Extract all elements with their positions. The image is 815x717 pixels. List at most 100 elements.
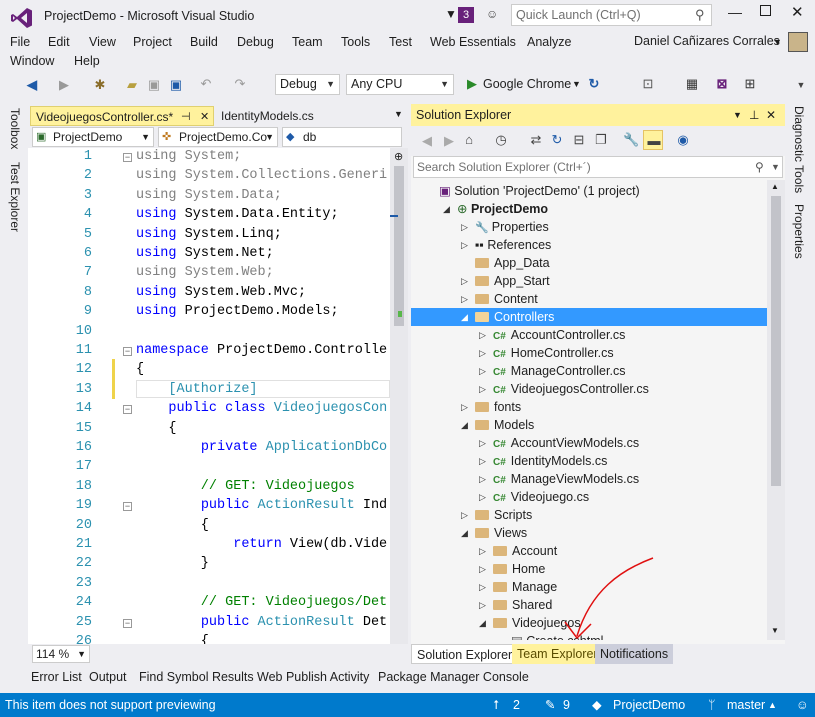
grid-icon[interactable]: ⊞ (742, 76, 758, 92)
tree-item[interactable]: ▷ 🔧 Properties (411, 218, 767, 236)
zoom-select[interactable]: 114 % ▼ (32, 645, 90, 663)
toolbar-overflow-icon[interactable]: ▼ (795, 77, 807, 93)
close-button[interactable]: ✕ (791, 3, 804, 21)
start-debugging-icon[interactable]: ▶ (465, 76, 479, 92)
tree-item[interactable]: ◢ Models (411, 416, 767, 434)
browser-target[interactable]: Google Chrome (483, 77, 571, 91)
sync-icon[interactable]: ⇄ (528, 132, 544, 148)
back-icon[interactable]: ◀ (419, 133, 435, 149)
forward-icon[interactable]: ▶ (441, 133, 457, 149)
changes-count[interactable]: 9 (563, 693, 570, 717)
member-nav-select[interactable]: ◆ db (282, 127, 402, 147)
tree-item[interactable]: ▷ C# VideojuegosController.cs (411, 380, 767, 398)
collapsed-arrow-icon[interactable]: ▷ (461, 272, 468, 290)
menu-help[interactable]: Help (74, 52, 100, 70)
tree-item[interactable]: ◢ Controllers (411, 308, 767, 326)
code-line[interactable]: { (136, 421, 176, 436)
branch-name[interactable]: master (727, 693, 765, 717)
home-icon[interactable]: ⌂ (461, 132, 477, 148)
tree-item[interactable]: ▷ C# Videojuego.cs (411, 488, 767, 506)
menu-window[interactable]: Window (10, 52, 54, 70)
filter-icon[interactable]: ▼ (445, 7, 457, 21)
project-nav-select[interactable]: ▣ ProjectDemo ▼ (32, 127, 154, 147)
vs-feature-icon[interactable]: ⊠ (714, 76, 730, 92)
collapsed-arrow-icon[interactable]: ▷ (479, 560, 486, 578)
code-line[interactable]: using System.Web; (136, 265, 274, 280)
properties-tab[interactable]: Properties (792, 204, 806, 259)
tab-notifications[interactable]: Notifications (595, 644, 674, 664)
collapsed-arrow-icon[interactable]: ▷ (461, 236, 468, 254)
expanded-arrow-icon[interactable]: ◢ (479, 614, 486, 632)
diagnostic-tools-tab[interactable]: Diagnostic Tools (792, 106, 806, 193)
menu-view[interactable]: View (89, 33, 116, 51)
class-nav-select[interactable]: ✜ ProjectDemo.Co ▼ (158, 127, 278, 147)
code-line[interactable]: using System.Net; (136, 246, 274, 261)
undo-icon[interactable]: ↶ (198, 76, 214, 92)
collapse-toggle-icon[interactable]: − (123, 618, 132, 628)
collapsed-arrow-icon[interactable]: ▷ (461, 218, 468, 236)
tab-list-dropdown-icon[interactable]: ▼ (394, 109, 403, 119)
code-line[interactable]: using System.Collections.Generi (136, 168, 387, 183)
menu-debug[interactable]: Debug (237, 33, 274, 51)
forward-icon[interactable]: ▶ (56, 77, 72, 93)
pencil-icon[interactable]: ✎ (545, 693, 555, 717)
code-line[interactable]: // GET: Videojuegos/Det (136, 595, 387, 610)
code-line[interactable]: using System.Web.Mvc; (136, 285, 306, 300)
platform-select[interactable]: Any CPU ▼ (346, 74, 454, 95)
preview-selected-button[interactable]: ▬ (643, 130, 663, 150)
browser-icon[interactable]: ◉ (675, 132, 691, 148)
code-line[interactable]: { (136, 362, 144, 377)
tab-identity-models[interactable]: IdentityModels.cs (216, 106, 346, 126)
menu-tools[interactable]: Tools (341, 33, 370, 51)
new-project-icon[interactable]: ✱ (92, 77, 108, 93)
collapse-toggle-icon[interactable]: − (123, 405, 132, 415)
tree-item[interactable]: ▷ ▪▪ References (411, 236, 767, 254)
collapsed-arrow-icon[interactable]: ▷ (479, 362, 486, 380)
tree-item[interactable]: ▷ C# IdentityModels.cs (411, 452, 767, 470)
unpushed-count[interactable]: 2 (513, 693, 520, 717)
collapsed-arrow-icon[interactable]: ▷ (479, 470, 486, 488)
refresh-icon[interactable]: ↻ (549, 132, 565, 148)
branch-dropdown-icon[interactable]: ▲ (768, 693, 777, 717)
code-line[interactable]: // GET: Videojuegos (136, 479, 355, 494)
toolbox-tab[interactable]: Toolbox (8, 108, 22, 149)
chevron-down-icon[interactable]: ▼ (572, 79, 581, 89)
expanded-arrow-icon[interactable]: ◢ (461, 308, 468, 326)
tab-output[interactable]: Output (89, 669, 127, 685)
save-icon[interactable]: ▣ (146, 77, 162, 93)
expanded-arrow-icon[interactable]: ◢ (461, 524, 468, 542)
code-area[interactable]: 1 using System; −2 using System.Collections… (28, 148, 390, 644)
collapse-all-icon[interactable]: ⊟ (571, 132, 587, 148)
code-line[interactable]: } (136, 556, 209, 571)
collapsed-arrow-icon[interactable]: ▷ (479, 326, 486, 344)
code-line[interactable]: public class VideojuegosCon (136, 401, 387, 416)
collapse-toggle-icon[interactable]: − (123, 502, 132, 512)
tab-package-manager-console[interactable]: Package Manager Console (378, 669, 529, 685)
scroll-thumb[interactable] (394, 166, 404, 326)
editor-vertical-scrollbar[interactable]: ⊕ (390, 148, 408, 644)
redo-icon[interactable]: ↷ (232, 76, 248, 92)
feedback-icon[interactable]: ☺ (796, 693, 809, 717)
code-line[interactable]: public ActionResult Det (136, 615, 387, 630)
repo-name[interactable]: ProjectDemo (613, 693, 685, 717)
scroll-thumb[interactable] (771, 196, 781, 486)
open-file-icon[interactable]: ▰ (124, 77, 140, 93)
code-line[interactable]: using System.Data.Entity; (136, 207, 339, 222)
scroll-down-icon[interactable]: ▼ (771, 626, 779, 635)
collapsed-arrow-icon[interactable]: ▷ (461, 290, 468, 308)
arrow-up-icon[interactable]: ⭡ (493, 693, 499, 717)
tree-item[interactable]: ▷ C# ManageController.cs (411, 362, 767, 380)
collapsed-arrow-icon[interactable]: ▷ (479, 596, 486, 614)
notification-badge[interactable]: 3 (458, 7, 474, 23)
quick-launch-input[interactable]: Quick Launch (Ctrl+Q) ⚲ (511, 4, 712, 26)
collapse-toggle-icon[interactable]: − (123, 153, 132, 162)
collapsed-arrow-icon[interactable]: ▷ (479, 488, 486, 506)
menu-test[interactable]: Test (389, 33, 412, 51)
code-line[interactable]: using ProjectDemo.Models; (136, 304, 339, 319)
format-icon[interactable]: ▦ (684, 76, 700, 92)
tree-item[interactable]: ▷ App_Start (411, 272, 767, 290)
scroll-up-icon[interactable]: ▲ (771, 182, 779, 191)
collapsed-arrow-icon[interactable]: ▷ (479, 542, 486, 560)
split-icon[interactable]: ⊕ (394, 150, 403, 163)
collapsed-arrow-icon[interactable]: ▷ (479, 578, 486, 596)
